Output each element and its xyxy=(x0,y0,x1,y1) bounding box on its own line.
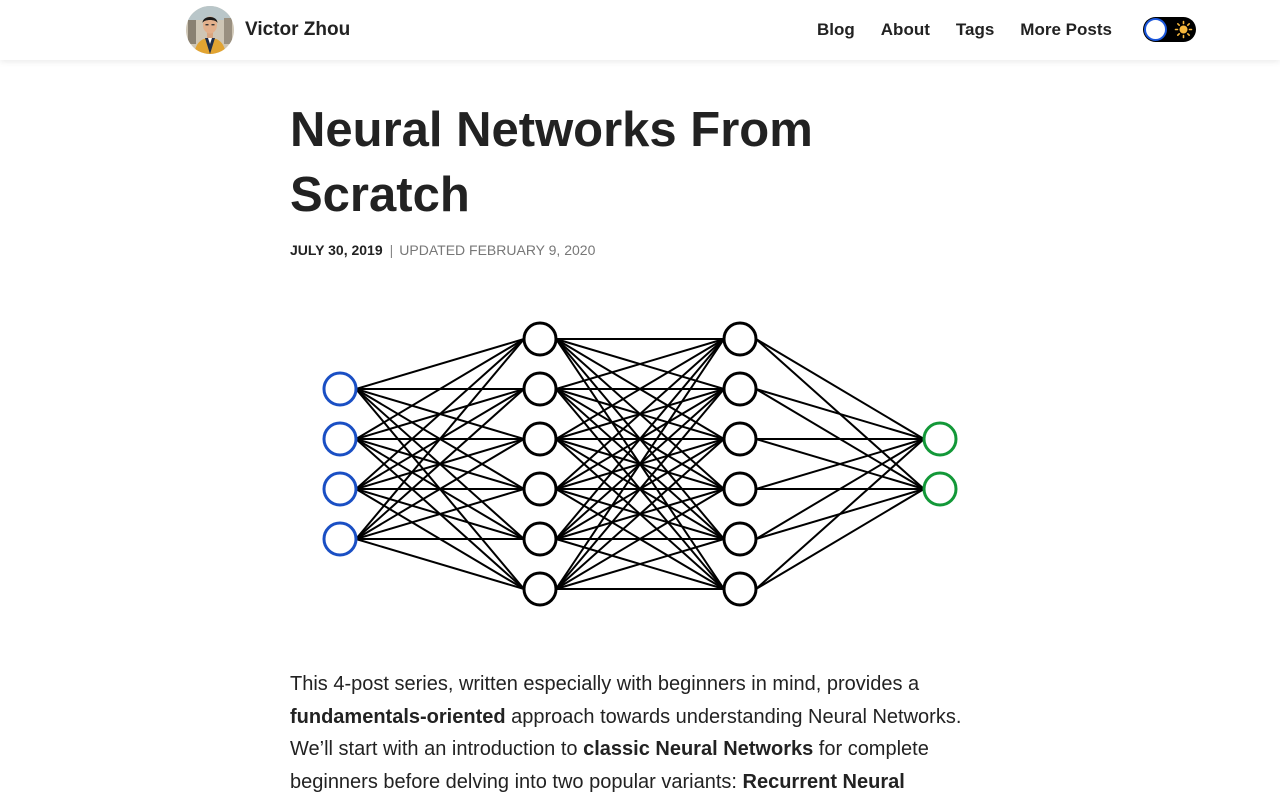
network-edge xyxy=(355,338,525,490)
network-edge xyxy=(755,488,925,590)
network-node xyxy=(522,471,558,507)
intro-paragraph: This 4-post series, written especially w… xyxy=(290,668,980,798)
intro-bold-2: classic Neural Networks xyxy=(583,738,814,761)
network-node xyxy=(722,571,758,607)
home-link[interactable]: Victor Zhou xyxy=(186,6,350,54)
network-edges xyxy=(355,338,925,590)
main-nav: Blog About Tags More Posts xyxy=(817,0,1112,60)
network-node xyxy=(522,321,558,357)
toggle-knob xyxy=(1144,18,1167,41)
network-edge xyxy=(755,388,925,440)
network-node xyxy=(322,521,358,557)
network-node xyxy=(722,371,758,407)
network-node xyxy=(322,371,358,407)
network-node xyxy=(522,421,558,457)
post-meta: JULY 30, 2019 | UPDATED FEBRUARY 9, 2020 xyxy=(290,242,595,258)
post-title: Neural Networks From Scratch xyxy=(290,103,813,222)
network-node xyxy=(922,471,958,507)
nav-about[interactable]: About xyxy=(881,20,930,40)
network-node xyxy=(722,521,758,557)
network-node xyxy=(922,421,958,457)
network-edge xyxy=(755,338,925,440)
intro-bold-3: Recurrent Neural xyxy=(742,770,905,793)
network-node xyxy=(522,371,558,407)
network-node xyxy=(722,471,758,507)
nav-tags[interactable]: Tags xyxy=(956,20,994,40)
author-avatar xyxy=(186,6,234,54)
network-node xyxy=(322,421,358,457)
site-header: Victor Zhou Blog About Tags More Posts xyxy=(0,0,1280,60)
sun-icon xyxy=(1174,20,1193,39)
network-edge xyxy=(755,438,925,590)
network-node xyxy=(722,321,758,357)
neural-network-diagram xyxy=(322,321,958,607)
site-name: Victor Zhou xyxy=(245,19,351,40)
updated-label: UPDATED xyxy=(399,242,466,258)
intro-text-1: This 4-post series, written especially w… xyxy=(290,673,920,695)
post-date: JULY 30, 2019 xyxy=(290,242,383,258)
nav-blog[interactable]: Blog xyxy=(817,20,855,40)
network-node xyxy=(322,471,358,507)
updated-date: FEBRUARY 9, 2020 xyxy=(469,242,596,258)
network-edge xyxy=(355,338,525,390)
network-node xyxy=(722,421,758,457)
network-edge xyxy=(355,538,525,590)
meta-separator: | xyxy=(389,242,394,258)
network-node xyxy=(522,571,558,607)
intro-bold-1: fundamentals-oriented xyxy=(290,705,506,728)
theme-toggle[interactable] xyxy=(1143,17,1196,42)
nav-more-posts[interactable]: More Posts xyxy=(1020,20,1112,40)
network-node xyxy=(522,521,558,557)
